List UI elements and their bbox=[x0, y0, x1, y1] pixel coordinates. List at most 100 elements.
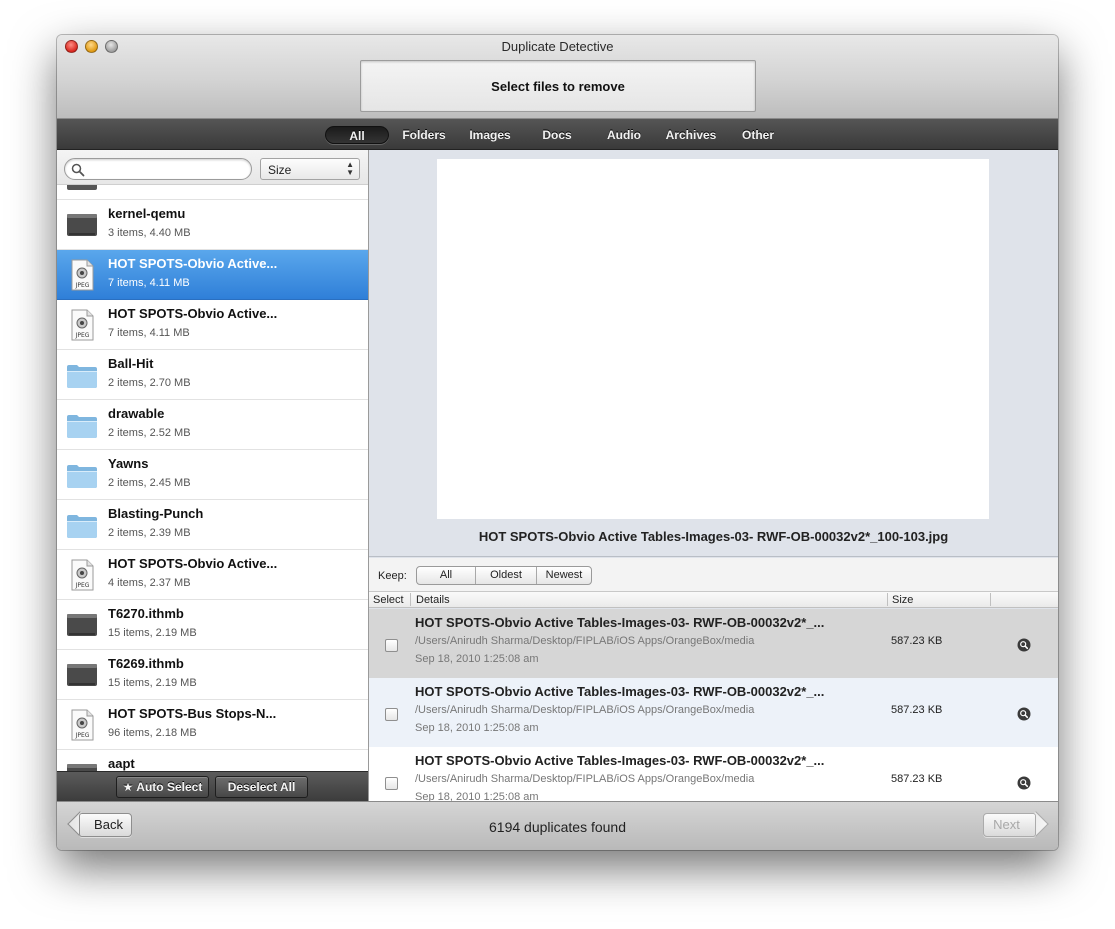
list-item[interactable]: JPEG HOT SPOTS-Obvio Active... 7 items, 4.… bbox=[57, 300, 368, 350]
preview-filename: HOT SPOTS-Obvio Active Tables-Images-03-… bbox=[478, 529, 949, 544]
next-button: Next bbox=[983, 813, 1036, 837]
list-item[interactable]: aapt bbox=[57, 750, 368, 771]
sort-select-value: Size bbox=[268, 163, 292, 177]
svg-text:JPEG: JPEG bbox=[75, 732, 90, 739]
select-checkbox[interactable] bbox=[385, 639, 398, 652]
keep-segmented-control: All Oldest Newest bbox=[416, 566, 592, 585]
keep-newest-button[interactable]: Newest bbox=[536, 567, 591, 584]
column-header-size[interactable]: Size bbox=[892, 594, 913, 606]
filter-tab-docs[interactable]: Docs bbox=[529, 126, 585, 144]
file-path: /Users/Anirudh Sharma/Desktop/FIPLAB/iOS… bbox=[415, 635, 755, 647]
select-checkbox[interactable] bbox=[385, 777, 398, 790]
group-name: drawable bbox=[108, 406, 165, 421]
file-date: Sep 18, 2010 1:25:08 am bbox=[415, 653, 539, 665]
file-date: Sep 18, 2010 1:25:08 am bbox=[415, 722, 539, 734]
files-table-header: Select Details Size bbox=[369, 592, 1058, 608]
file-name: HOT SPOTS-Obvio Active Tables-Images-03-… bbox=[415, 753, 825, 768]
svg-text:JPEG: JPEG bbox=[75, 582, 90, 589]
keep-all-button[interactable]: All bbox=[417, 567, 475, 584]
group-name: Yawns bbox=[108, 456, 149, 471]
keep-label: Keep: bbox=[378, 570, 407, 582]
group-meta: 3 items, 4.40 MB bbox=[108, 227, 191, 239]
file-path: /Users/Anirudh Sharma/Desktop/FIPLAB/iOS… bbox=[415, 773, 755, 785]
window-title: Duplicate Detective bbox=[501, 39, 614, 54]
group-name: aapt bbox=[108, 756, 135, 771]
generic-file-icon bbox=[66, 209, 98, 241]
image-preview bbox=[437, 159, 989, 519]
generic-file-icon bbox=[66, 609, 98, 641]
list-item[interactable]: Yawns 2 items, 2.45 MB bbox=[57, 450, 368, 500]
sort-select[interactable]: Size ▲ ▼ bbox=[260, 158, 360, 180]
category-filter-bar: All Folders Images Docs Audio Archives O… bbox=[57, 119, 1058, 150]
step-indicator: Select files to remove bbox=[360, 60, 756, 112]
group-name: kernel-qemu bbox=[108, 206, 186, 221]
list-item[interactable]: JPEG HOT SPOTS-Obvio Active... 7 items, 4.… bbox=[57, 250, 368, 300]
list-item[interactable]: Blasting-Punch 2 items, 2.39 MB bbox=[57, 500, 368, 550]
group-meta: 96 items, 2.18 MB bbox=[108, 727, 197, 739]
filter-tab-archives[interactable]: Archives bbox=[659, 126, 723, 144]
detail-pane: HOT SPOTS-Obvio Active Tables-Images-03-… bbox=[369, 150, 1058, 801]
filter-tab-all[interactable]: All bbox=[325, 126, 389, 144]
folder-icon bbox=[66, 359, 98, 391]
file-name: HOT SPOTS-Obvio Active Tables-Images-03-… bbox=[415, 615, 825, 630]
folder-icon bbox=[66, 459, 98, 491]
list-item[interactable]: Ball-Hit 2 items, 2.70 MB bbox=[57, 350, 368, 400]
filter-tab-other[interactable]: Other bbox=[731, 126, 785, 144]
file-size: 587.23 KB bbox=[891, 635, 943, 647]
duplicate-groups-pane: Size ▲ ▼ kernel-qemu 3 items, 4.40 MB JPEG H… bbox=[57, 150, 369, 801]
step-label: Select files to remove bbox=[491, 78, 625, 94]
list-item[interactable]: T6269.ithmb 15 items, 2.19 MB bbox=[57, 650, 368, 700]
group-meta: 15 items, 2.19 MB bbox=[108, 627, 197, 639]
search-field[interactable] bbox=[64, 158, 252, 180]
list-item[interactable]: kernel-qemu 3 items, 4.40 MB bbox=[57, 200, 368, 250]
bottom-bar: Back 6194 duplicates found Next bbox=[57, 801, 1058, 850]
select-checkbox[interactable] bbox=[385, 708, 398, 721]
keep-oldest-button[interactable]: Oldest bbox=[475, 567, 536, 584]
group-name: HOT SPOTS-Bus Stops-N... bbox=[108, 706, 277, 721]
file-size: 587.23 KB bbox=[891, 773, 943, 785]
auto-select-button[interactable]: ★ Auto Select bbox=[116, 776, 209, 798]
file-path: /Users/Anirudh Sharma/Desktop/FIPLAB/iOS… bbox=[415, 704, 755, 716]
file-name: HOT SPOTS-Obvio Active Tables-Images-03-… bbox=[415, 684, 825, 699]
column-header-details[interactable]: Details bbox=[416, 594, 450, 606]
reveal-magnifier-icon[interactable] bbox=[1017, 638, 1031, 652]
table-row[interactable]: HOT SPOTS-Obvio Active Tables-Images-03-… bbox=[369, 747, 1058, 801]
group-meta: 4 items, 2.37 MB bbox=[108, 577, 191, 589]
table-row[interactable]: HOT SPOTS-Obvio Active Tables-Images-03-… bbox=[369, 678, 1058, 747]
group-meta: 2 items, 2.70 MB bbox=[108, 377, 191, 389]
filter-tab-folders[interactable]: Folders bbox=[393, 126, 455, 144]
duplicate-groups-list[interactable]: kernel-qemu 3 items, 4.40 MB JPEG HOT SPOTS… bbox=[57, 185, 368, 771]
list-item[interactable]: JPEG HOT SPOTS-Bus Stops-N... 96 items, 2.… bbox=[57, 700, 368, 750]
group-name: Blasting-Punch bbox=[108, 506, 204, 521]
reveal-magnifier-icon[interactable] bbox=[1017, 707, 1031, 721]
search-icon bbox=[71, 163, 85, 177]
generic-file-icon bbox=[66, 759, 98, 771]
folder-icon bbox=[66, 509, 98, 541]
list-item[interactable]: JPEG HOT SPOTS-Obvio Active... 4 items, 2.… bbox=[57, 550, 368, 600]
file-date: Sep 18, 2010 1:25:08 am bbox=[415, 791, 539, 801]
svg-text:JPEG: JPEG bbox=[75, 332, 90, 339]
list-toolbar: Size ▲ ▼ bbox=[57, 150, 368, 185]
deselect-all-button[interactable]: Deselect All bbox=[215, 776, 308, 798]
title-bar: Duplicate Detective Select files to remo… bbox=[57, 35, 1058, 119]
group-meta: 2 items, 2.45 MB bbox=[108, 477, 191, 489]
file-size: 587.23 KB bbox=[891, 704, 943, 716]
group-name: T6269.ithmb bbox=[108, 656, 184, 671]
jpeg-file-icon: JPEG bbox=[66, 709, 98, 741]
group-name: T6270.ithmb bbox=[108, 606, 184, 621]
column-header-select[interactable]: Select bbox=[373, 594, 404, 606]
generic-file-icon bbox=[66, 659, 98, 691]
list-item[interactable]: drawable 2 items, 2.52 MB bbox=[57, 400, 368, 450]
list-footer: ★ Auto Select Deselect All bbox=[57, 771, 368, 801]
filter-tab-audio[interactable]: Audio bbox=[595, 126, 653, 144]
filter-tab-images[interactable]: Images bbox=[461, 126, 519, 144]
jpeg-file-icon: JPEG bbox=[66, 309, 98, 341]
generic-file-icon bbox=[67, 185, 97, 190]
list-item[interactable]: T6270.ithmb 15 items, 2.19 MB bbox=[57, 600, 368, 650]
group-meta: 15 items, 2.19 MB bbox=[108, 677, 197, 689]
search-input[interactable] bbox=[89, 162, 244, 177]
table-row[interactable]: HOT SPOTS-Obvio Active Tables-Images-03-… bbox=[369, 609, 1058, 678]
group-name: HOT SPOTS-Obvio Active... bbox=[108, 256, 278, 271]
duplicates-count-status: 6194 duplicates found bbox=[489, 819, 626, 835]
reveal-magnifier-icon[interactable] bbox=[1017, 776, 1031, 790]
